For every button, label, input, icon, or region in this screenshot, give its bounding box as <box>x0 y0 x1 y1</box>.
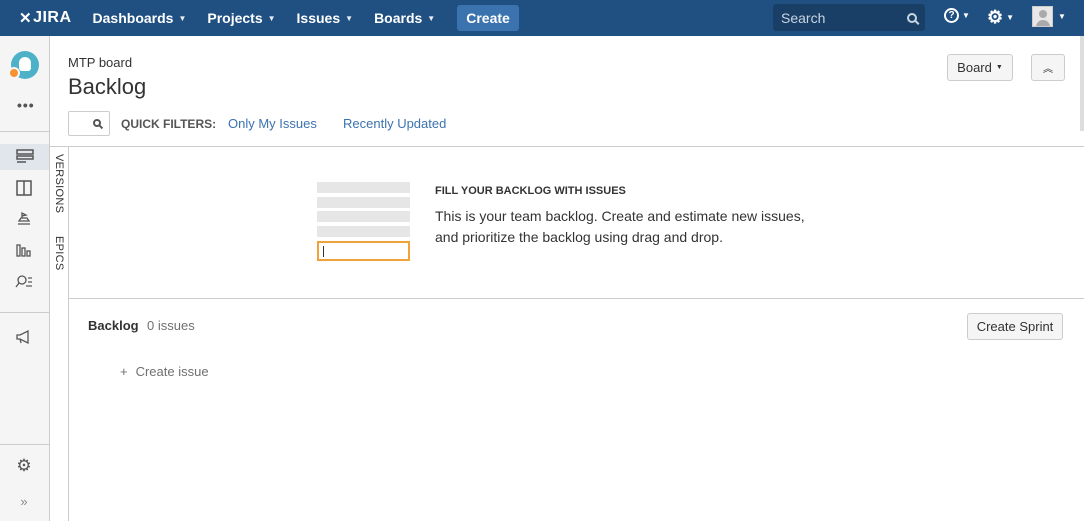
tab-epics[interactable]: EPICS <box>53 236 65 271</box>
chevron-down-icon: ▼ <box>995 64 1003 71</box>
backlog-title: Backlog <box>88 318 139 333</box>
create-issue-label: Create issue <box>135 364 209 379</box>
project-sidebar: ••• ⚙ » <box>0 36 50 521</box>
side-panel-tabs: VERSIONS EPICS <box>50 146 69 521</box>
help-menu[interactable]: ? ▼ <box>944 8 970 23</box>
chevron-down-icon: ▼ <box>178 13 187 23</box>
sidebar-divider <box>0 444 49 445</box>
backlog-issue-count: 0 issues <box>147 318 195 333</box>
chevron-down-icon: ▼ <box>345 13 354 23</box>
text-cursor <box>323 246 324 257</box>
nav-projects-label: Projects <box>207 10 263 26</box>
sidebar-divider <box>0 312 49 313</box>
chevron-down-icon: ▼ <box>1058 12 1066 21</box>
search-icon <box>907 12 917 23</box>
plus-icon: + <box>120 364 128 379</box>
active-sprints-icon[interactable] <box>13 178 35 198</box>
nav-boards-label: Boards <box>374 10 423 26</box>
nav-dashboards-label: Dashboards <box>92 10 174 26</box>
expand-sidebar-icon[interactable]: » <box>13 491 35 511</box>
placeholder-row <box>317 226 410 237</box>
page-title: Backlog <box>68 74 147 99</box>
quick-filter-only-my-issues[interactable]: Only My Issues <box>228 116 317 131</box>
jira-logo[interactable]: ✕ JIRA <box>19 9 72 27</box>
double-chevron-up-icon: ︽ <box>1043 64 1053 75</box>
nav-projects[interactable]: Projects ▼ <box>207 10 275 26</box>
placeholder-row <box>317 211 410 222</box>
header-divider <box>50 146 1084 147</box>
quick-filter-recently-updated[interactable]: Recently Updated <box>343 116 446 131</box>
megaphone-icon[interactable] <box>13 327 35 347</box>
releases-icon[interactable] <box>13 208 35 228</box>
collapse-header-button[interactable]: ︽ <box>1031 54 1065 81</box>
placeholder-row <box>317 182 410 193</box>
chevron-down-icon: ▼ <box>427 13 436 23</box>
nav-boards[interactable]: Boards ▼ <box>374 10 435 26</box>
more-icon[interactable]: ••• <box>17 97 35 113</box>
help-icon: ? <box>944 8 959 23</box>
user-menu[interactable]: ▼ <box>1032 6 1066 27</box>
create-sprint-button[interactable]: Create Sprint <box>967 313 1063 340</box>
search-input[interactable]: Search <box>773 4 925 31</box>
settings-menu[interactable]: ⚙ ▼ <box>987 7 1014 28</box>
reports-icon[interactable] <box>13 240 35 260</box>
search-placeholder: Search <box>781 9 826 26</box>
placeholder-row <box>317 197 410 208</box>
gear-icon: ⚙ <box>987 7 1004 27</box>
backlog-icon[interactable] <box>0 144 49 170</box>
placeholder-input <box>317 241 410 261</box>
empty-state-text: This is your team backlog. Create and es… <box>435 208 805 245</box>
tab-versions[interactable]: VERSIONS <box>53 154 65 213</box>
avatar <box>1032 6 1053 27</box>
breadcrumb[interactable]: MTP board <box>68 55 132 70</box>
create-issue-link[interactable]: + Create issue <box>120 364 209 379</box>
search-icon <box>93 119 101 127</box>
nav-dashboards[interactable]: Dashboards ▼ <box>93 10 187 26</box>
gear-icon[interactable]: ⚙ <box>13 456 35 476</box>
board-button-label: Board <box>957 60 992 75</box>
create-button[interactable]: Create <box>457 5 519 31</box>
chevron-down-icon: ▼ <box>962 11 970 20</box>
sidebar-divider <box>0 131 49 132</box>
chevron-down-icon: ▼ <box>1006 13 1015 22</box>
jira-logo-icon: ✕ <box>19 10 33 27</box>
quick-filters-label: QUICK FILTERS: <box>121 117 217 131</box>
section-divider <box>69 298 1084 299</box>
backlog-search-input[interactable] <box>68 111 110 136</box>
nav-issues[interactable]: Issues ▼ <box>297 10 354 26</box>
nav-issues-label: Issues <box>296 10 341 26</box>
jira-logo-text: JIRA <box>33 9 72 26</box>
board-button[interactable]: Board ▼ <box>947 54 1013 81</box>
issues-search-icon[interactable] <box>13 272 35 292</box>
chevron-down-icon: ▼ <box>267 13 276 23</box>
empty-state-title: FILL YOUR BACKLOG WITH ISSUES <box>435 185 626 197</box>
project-type-badge-icon <box>8 67 20 79</box>
scrollbar[interactable] <box>1080 36 1084 131</box>
